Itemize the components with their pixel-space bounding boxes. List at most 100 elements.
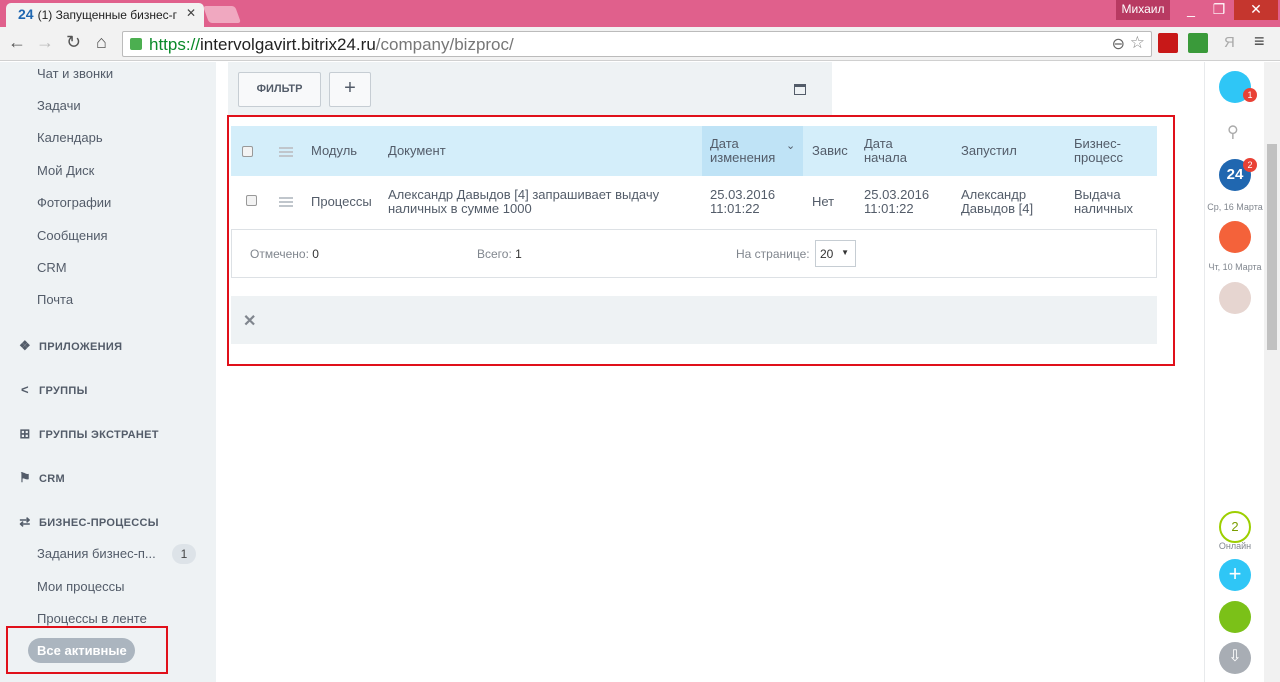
url-field[interactable]: https://intervolgavirt.bitrix24.ru/compa…: [122, 31, 1152, 57]
header-module[interactable]: Модуль: [311, 144, 357, 158]
phone-icon[interactable]: [1219, 601, 1251, 633]
reload-icon[interactable]: ↻: [66, 32, 81, 53]
selected-value: 0: [312, 247, 319, 261]
sidebar-item-tasks[interactable]: Задачи: [37, 98, 81, 113]
group-label: ГРУППЫ ЭКСТРАНЕТ: [39, 429, 159, 441]
add-chat-icon[interactable]: +: [1219, 559, 1251, 591]
window-icon[interactable]: [794, 84, 806, 95]
column-settings-icon[interactable]: [279, 147, 293, 157]
chat-badge: 2: [1243, 158, 1257, 172]
close-icon[interactable]: ✕: [243, 311, 256, 331]
cell-bizproc: Выдача наличных: [1074, 188, 1133, 216]
sidebar-group-crm[interactable]: ⚑ CRM: [18, 470, 65, 486]
table-row[interactable]: Процессы Александр Давыдов [4] запрашива…: [231, 176, 1157, 229]
back-arrow-icon[interactable]: ←: [8, 32, 26, 53]
header-text: изменения: [710, 150, 776, 165]
chat-date: Ср, 16 Марта: [1207, 202, 1263, 212]
header-text: Дата: [710, 136, 739, 151]
cell-module: Процессы: [311, 194, 372, 209]
bp-tasks-counter: 1: [172, 544, 196, 564]
scrollbar-thumb[interactable]: [1267, 144, 1277, 350]
header-bizproc[interactable]: Бизнес- процесс: [1074, 137, 1123, 165]
sidebar-item-crm[interactable]: CRM: [37, 260, 67, 275]
maximize-icon[interactable]: ❐: [1204, 0, 1234, 20]
zoom-icon[interactable]: ⊖: [1112, 34, 1125, 54]
per-page-value: 20: [820, 247, 834, 261]
selected-label: Отмечено:: [250, 247, 309, 261]
menu-icon[interactable]: ≡: [1254, 31, 1265, 52]
row-menu-icon[interactable]: [279, 197, 293, 207]
url-protocol: https://: [149, 35, 201, 54]
cell-text: Выдача: [1074, 187, 1121, 202]
per-page-label: На странице:: [736, 247, 810, 261]
sidebar-group-groups[interactable]: < ГРУППЫ: [18, 382, 88, 397]
grid-header-row: Модуль Документ Дата изменения ⌄ Завис Д…: [231, 126, 1157, 176]
yandex-icon[interactable]: Я: [1224, 34, 1235, 51]
sidebar-group-bizproc[interactable]: ⇄ БИЗНЕС-ПРОЦЕССЫ: [18, 514, 159, 530]
browser-user-name[interactable]: Михаил: [1116, 0, 1170, 20]
forward-arrow-icon[interactable]: →: [36, 32, 54, 53]
cell-text: 11:01:22: [710, 201, 760, 216]
cell-text: наличных: [1074, 201, 1134, 216]
sidebar-group-apps[interactable]: ❖ ПРИЛОЖЕНИЯ: [18, 338, 122, 354]
pdf-extension-icon[interactable]: [1158, 33, 1178, 53]
filter-button[interactable]: ФИЛЬТР: [238, 72, 321, 107]
sidebar-item-mail[interactable]: Почта: [37, 292, 73, 307]
sidebar-item-chat[interactable]: Чат и звонки: [37, 66, 113, 81]
cell-document[interactable]: Александр Давыдов [4] запрашивает выдачу…: [388, 188, 659, 216]
share-icon: <: [21, 382, 29, 397]
dropdown-arrow-icon: ▼: [841, 248, 849, 257]
download-icon[interactable]: ⇩: [1219, 642, 1251, 674]
url-path: /company/bizproc/: [375, 35, 514, 54]
header-document[interactable]: Документ: [388, 144, 446, 158]
sidebar-item-messages[interactable]: Сообщения: [37, 228, 108, 243]
select-all-checkbox[interactable]: [242, 146, 253, 157]
phone-call-icon[interactable]: [1219, 221, 1251, 253]
org-chart-icon: ⊞: [19, 426, 31, 441]
left-sidebar: Чат и звонки Задачи Календарь Мой Диск Ф…: [0, 62, 216, 682]
sidebar-item-feed-processes[interactable]: Процессы в ленте: [37, 611, 147, 626]
online-label: Онлайн: [1218, 541, 1252, 551]
online-counter[interactable]: 2: [1219, 511, 1251, 543]
total-label: Всего:: [477, 247, 512, 261]
action-panel: ✕: [231, 296, 1157, 344]
tab-close-icon[interactable]: ✕: [186, 6, 196, 20]
window-close-icon[interactable]: ✕: [1234, 0, 1278, 20]
header-started-by[interactable]: Запустил: [961, 144, 1017, 158]
grid-footer: Отмечено: 0 Всего: 1 На странице: 20 ▼: [231, 229, 1157, 278]
home-icon[interactable]: ⌂: [96, 32, 107, 53]
header-text: процесс: [1074, 150, 1124, 165]
total-value: 1: [515, 247, 522, 261]
per-page-select[interactable]: 20 ▼: [815, 240, 856, 267]
workflow-icon: ⇄: [19, 514, 31, 529]
avatar[interactable]: [1219, 282, 1251, 314]
header-text: начала: [864, 150, 907, 165]
sidebar-item-calendar[interactable]: Календарь: [37, 130, 103, 145]
sidebar-item-my-processes[interactable]: Мои процессы: [37, 579, 124, 594]
sidebar-group-extranet[interactable]: ⊞ ГРУППЫ ЭКСТРАНЕТ: [18, 426, 159, 442]
minimize-icon[interactable]: _: [1176, 0, 1206, 20]
header-modified[interactable]: Дата изменения: [710, 137, 775, 165]
apps-icon: ❖: [19, 338, 31, 353]
row-checkbox[interactable]: [246, 195, 257, 206]
bookmark-star-icon[interactable]: ☆: [1130, 33, 1145, 53]
sidebar-item-bp-tasks[interactable]: Задания бизнес-п...: [37, 546, 156, 561]
page-scrollbar[interactable]: [1264, 62, 1280, 682]
extension-icon[interactable]: [1188, 33, 1208, 53]
header-started[interactable]: Дата начала: [864, 137, 907, 165]
sort-chevron-down-icon[interactable]: ⌄: [786, 139, 795, 153]
add-button[interactable]: +: [329, 72, 371, 107]
sidebar-item-photos[interactable]: Фотографии: [37, 195, 111, 210]
search-icon[interactable]: ⚲: [1227, 122, 1239, 142]
group-label: CRM: [39, 473, 65, 485]
right-messenger-bar: 1 ⚲ 24 2 Ср, 16 Марта Чт, 10 Марта 2 Онл…: [1204, 62, 1264, 682]
cell-started-by: Александр Давыдов [4]: [961, 188, 1033, 216]
browser-tab[interactable]: 24 (1) Запущенные бизнес-г ✕: [6, 3, 204, 27]
sidebar-item-disk[interactable]: Мой Диск: [37, 163, 94, 178]
cell-text: 25.03.2016: [710, 187, 776, 202]
header-depends[interactable]: Завис: [812, 144, 848, 158]
cell-text: 25.03.2016: [864, 187, 930, 202]
new-tab-button[interactable]: [202, 6, 242, 23]
address-bar-row: ← → ↻ ⌂ https://intervolgavirt.bitrix24.…: [0, 27, 1280, 61]
cell-modified: 25.03.2016 11:01:22: [710, 188, 775, 216]
